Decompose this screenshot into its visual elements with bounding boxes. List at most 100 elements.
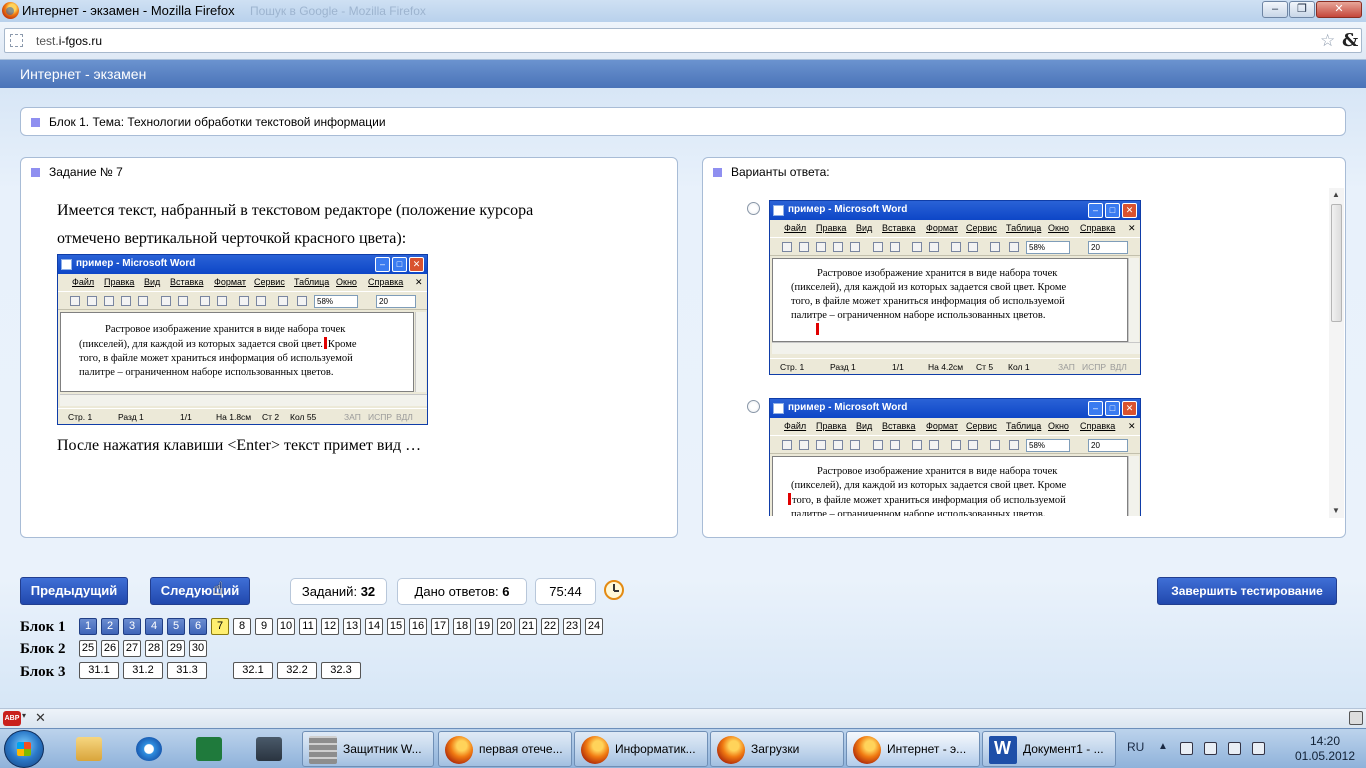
question-button-18[interactable]: 18 <box>453 618 471 635</box>
action-center-flag-icon[interactable] <box>1180 742 1193 755</box>
question-button-24[interactable]: 24 <box>585 618 603 635</box>
word-menu-item: Правка <box>816 421 847 431</box>
task-word-document[interactable]: Документ1 - ... <box>982 731 1116 767</box>
question-button-21[interactable]: 21 <box>519 618 537 635</box>
word-toolbar: 58% 20 <box>770 435 1140 454</box>
device-icon[interactable] <box>1204 742 1217 755</box>
close-button[interactable]: ✕ <box>1316 1 1362 18</box>
task-firefox-2[interactable]: Информатик... <box>574 731 708 767</box>
question-button-27[interactable]: 27 <box>123 640 141 657</box>
question-button-6[interactable]: 6 <box>189 618 207 635</box>
finish-test-button[interactable]: Завершить тестирование <box>1157 577 1337 605</box>
answer-radio-1[interactable] <box>747 202 760 215</box>
question-button-5[interactable]: 5 <box>167 618 185 635</box>
question-button-28[interactable]: 28 <box>145 640 163 657</box>
question-button-15[interactable]: 15 <box>387 618 405 635</box>
url-bar[interactable]: test.i-fgos.ru ☆ & <box>4 28 1362 53</box>
question-button-1[interactable]: 1 <box>79 618 97 635</box>
url-prefix: test. <box>36 34 59 48</box>
question-button-30[interactable]: 30 <box>189 640 207 657</box>
next-button[interactable]: Следующий <box>150 577 250 605</box>
timer: 75:44 <box>535 578 596 605</box>
scroll-down-icon[interactable]: ▼ <box>1332 506 1340 515</box>
question-button-20[interactable]: 20 <box>497 618 515 635</box>
question-button-31-2[interactable]: 31.2 <box>123 662 163 679</box>
email-icon <box>850 242 860 252</box>
question-button-22[interactable]: 22 <box>541 618 559 635</box>
question-button-26[interactable]: 26 <box>101 640 119 657</box>
task-downloads[interactable]: Загрузки <box>710 731 844 767</box>
question-button-12[interactable]: 12 <box>321 618 339 635</box>
hand-pointer-icon: ☝ <box>213 579 224 598</box>
addon-bar-close-button[interactable]: ✕ <box>35 710 46 726</box>
task-label: Защитник W... <box>343 742 422 756</box>
task-label: Документ1 - ... <box>1023 742 1104 756</box>
start-button[interactable] <box>4 730 44 768</box>
pinned-ie[interactable] <box>126 732 170 766</box>
task-defender[interactable]: Защитник W... <box>302 731 434 767</box>
system-clock[interactable]: 14:20 01.05.2012 <box>1290 734 1360 764</box>
answers-title: Варианты ответа: <box>731 165 830 179</box>
question-button-8[interactable]: 8 <box>233 618 251 635</box>
scroll-up-icon[interactable]: ▲ <box>1332 190 1340 199</box>
question-button-14[interactable]: 14 <box>365 618 383 635</box>
question-button-31-1[interactable]: 31.1 <box>79 662 119 679</box>
scrollbar-thumb[interactable] <box>1331 204 1342 322</box>
task-firefox-1[interactable]: первая отече... <box>438 731 572 767</box>
pinned-explorer[interactable] <box>66 732 110 766</box>
language-indicator[interactable]: RU <box>1127 740 1144 754</box>
url-domain: i-fgos.ru <box>58 34 103 48</box>
question-button-17[interactable]: 17 <box>431 618 449 635</box>
question-button-10[interactable]: 10 <box>277 618 295 635</box>
block-topic-title: Блок 1. Тема: Технологии обработки текст… <box>49 115 386 129</box>
answered-label: Дано ответов: <box>414 584 499 599</box>
pinned-m-app[interactable] <box>246 732 290 766</box>
question-button-29[interactable]: 29 <box>167 640 185 657</box>
question-button-32-1[interactable]: 32.1 <box>233 662 273 679</box>
site-identity-icon[interactable] <box>10 34 23 47</box>
question-button-13[interactable]: 13 <box>343 618 361 635</box>
question-button-16[interactable]: 16 <box>409 618 427 635</box>
bookmark-star-icon[interactable]: ☆ <box>1320 31 1335 51</box>
question-button-4[interactable]: 4 <box>145 618 163 635</box>
previous-button[interactable]: Предыдущий <box>20 577 128 605</box>
block2-label: Блок 2 <box>20 641 66 657</box>
question-button-19[interactable]: 19 <box>475 618 493 635</box>
tray-expand-icon[interactable]: ▲ <box>1158 741 1168 752</box>
question-button-32-3[interactable]: 32.3 <box>321 662 361 679</box>
answer-radio-2[interactable] <box>747 400 760 413</box>
minimize-button[interactable]: ‒ <box>1262 1 1288 18</box>
clock-date: 01.05.2012 <box>1294 749 1356 763</box>
question-button-11[interactable]: 11 <box>299 618 317 635</box>
word-titlebar: пример - Microsoft Word ‒ □ ✕ <box>58 255 427 274</box>
question-button-3[interactable]: 3 <box>123 618 141 635</box>
question-button-7[interactable]: 7 <box>211 618 229 635</box>
answers-scroll-area[interactable]: пример - Microsoft Word ‒ □ ✕ Файл Правк… <box>705 188 1343 516</box>
adblock-plus-icon[interactable]: ABP <box>3 711 21 726</box>
word-menu-item: Вставка <box>170 277 204 287</box>
answer-word-image-2[interactable]: пример - Microsoft Word ‒ □ ✕ Файл Правк… <box>769 398 1141 516</box>
maximize-button[interactable]: ❐ <box>1289 1 1315 18</box>
word-menu-item: Формат <box>926 421 958 431</box>
network-icon[interactable] <box>1228 742 1241 755</box>
red-text-cursor <box>788 493 791 505</box>
word-menu-item: Формат <box>214 277 246 287</box>
question-button-31-3[interactable]: 31.3 <box>167 662 207 679</box>
question-button-2[interactable]: 2 <box>101 618 119 635</box>
task-internet-exam[interactable]: Интернет - э... <box>846 731 980 767</box>
tasks-label: Заданий: <box>301 584 358 599</box>
pinned-excel[interactable] <box>186 732 230 766</box>
question-button-32-2[interactable]: 32.2 <box>277 662 317 679</box>
answers-scrollbar[interactable]: ▲ ▼ <box>1329 188 1344 518</box>
addon-ampersand-icon[interactable]: & <box>1342 30 1358 51</box>
addon-status-icon[interactable] <box>1349 711 1363 725</box>
permission-icon <box>833 440 843 450</box>
question-button-9[interactable]: 9 <box>255 618 273 635</box>
url-text[interactable]: test.i-fgos.ru <box>36 34 102 48</box>
adblock-menu-arrow-icon[interactable]: ▾ <box>22 711 26 720</box>
bullet-square-icon <box>31 118 40 127</box>
question-button-25[interactable]: 25 <box>79 640 97 657</box>
answer-word-image-1[interactable]: пример - Microsoft Word ‒ □ ✕ Файл Правк… <box>769 200 1141 375</box>
question-button-23[interactable]: 23 <box>563 618 581 635</box>
volume-muted-icon[interactable] <box>1252 742 1265 755</box>
